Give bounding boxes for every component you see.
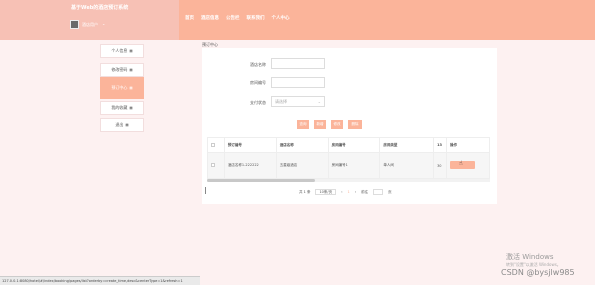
row-checkbox[interactable] — [207, 152, 225, 179]
avatar[interactable] — [70, 20, 79, 29]
sidebar-item-logout[interactable]: 退出 ▦ — [100, 118, 144, 132]
sidebar-item-label: 个人信息 — [111, 48, 128, 53]
field-label: 酒店名称 — [250, 62, 266, 67]
csdn-watermark: CSDN @bysjlw985 — [501, 268, 575, 277]
page-number[interactable]: 1 — [348, 190, 350, 194]
field-label: 支付状态 — [250, 100, 266, 105]
nav-item-hotel[interactable]: 酒店信息 — [201, 15, 219, 21]
grid-icon: ▦ — [125, 123, 129, 127]
chevron-down-icon[interactable]: ⌄ — [102, 21, 105, 26]
payment-status-select[interactable]: 请选择 ⌄ — [271, 96, 325, 107]
hotel-name-input[interactable] — [271, 58, 325, 69]
column-header: 预订编号 — [223, 137, 277, 153]
table-cell: 五星级酒店 — [275, 152, 329, 179]
grid-icon: ▦ — [129, 106, 133, 110]
top-nav: 首页 酒店信息 公告栏 联系我们 个人中心 — [185, 15, 290, 21]
grid-icon: ▦ — [129, 86, 133, 90]
goto-suffix: 页 — [388, 189, 392, 194]
select-placeholder: 请选择 — [275, 99, 287, 104]
column-header: 酒店名称 — [275, 137, 329, 153]
column-header: 13 — [433, 137, 448, 153]
search-button[interactable]: 查询 — [297, 120, 309, 129]
room-number-input[interactable] — [271, 77, 325, 88]
prev-page-button[interactable]: ‹ — [341, 190, 342, 194]
goto-label: 前往 — [361, 189, 369, 194]
site-title: 基于Web的酒店预订系统 — [71, 5, 129, 11]
next-page-button[interactable]: › — [355, 190, 356, 194]
chevron-down-icon: ⌄ — [317, 99, 321, 104]
page-size-select[interactable]: 10条/页 — [315, 189, 337, 195]
pagination: 共 1 条 10条/页 ‹ 1 › 前往 页 — [299, 189, 392, 195]
scrollbar-thumb[interactable] — [207, 179, 315, 182]
pagination-total: 共 1 条 — [299, 189, 311, 194]
table-cell: 30 — [433, 152, 448, 179]
nav-item-center[interactable]: 个人中心 — [272, 15, 290, 21]
column-header: 操作 — [446, 137, 490, 153]
table-cell: 酒店名称1-222222 — [223, 152, 277, 179]
sidebar-item-label: 我的收藏 — [111, 105, 128, 110]
sidebar-item-label: 修改密码 — [111, 67, 128, 72]
grid-icon: ▦ — [129, 49, 133, 53]
goto-page-input[interactable] — [373, 189, 384, 195]
delete-button[interactable]: 删除 — [348, 120, 362, 129]
table-cell: ☝ — [446, 152, 490, 179]
sidebar-item-profile[interactable]: 个人信息 ▦ — [100, 44, 144, 58]
hand-cursor-icon: ☝ — [459, 160, 463, 167]
sidebar-item-password[interactable]: 修改密码 ▦ — [100, 63, 144, 77]
sidebar-item-booking[interactable]: 预订中心 ▦ — [100, 77, 144, 99]
table-cell: 房间编号1 — [327, 152, 381, 179]
booking-table: 预订编号 酒店名称 房间编号 房间类型 13 操作 酒店名称1-222222 五… — [207, 137, 490, 179]
column-header: 房间类型 — [379, 137, 435, 153]
nav-item-notice[interactable]: 公告栏 — [226, 15, 240, 21]
table-header-row: 预订编号 酒店名称 房间编号 房间类型 13 操作 — [207, 137, 490, 153]
activate-windows-title: 激活 Windows — [506, 253, 554, 261]
nav-item-home[interactable]: 首页 — [185, 15, 194, 21]
sidebar-item-label: 预订中心 — [111, 85, 128, 90]
add-button[interactable]: 新增 — [314, 120, 326, 129]
edit-button[interactable]: 修改 — [331, 120, 343, 129]
status-bar-url: 127.0.0.1:8080/hotel/#/index/booking/pag… — [0, 276, 200, 285]
column-header: 房间编号 — [327, 137, 381, 153]
field-label: 房间编号 — [250, 80, 266, 85]
user-name[interactable]: 酒店用户 — [82, 22, 98, 28]
divider — [205, 187, 206, 194]
sidebar-item-favorites[interactable]: 我的收藏 ▦ — [100, 101, 144, 115]
table-cell: 单人间 — [379, 152, 435, 179]
row-action-button[interactable]: ☝ — [450, 160, 476, 169]
sidebar-item-label: 退出 — [115, 122, 124, 127]
grid-icon: ▦ — [129, 68, 133, 72]
table-row: 酒店名称1-222222 五星级酒店 房间编号1 单人间 30 ☝ — [207, 152, 490, 179]
nav-item-contact[interactable]: 联系我们 — [247, 15, 265, 21]
select-all-checkbox[interactable] — [207, 137, 225, 153]
